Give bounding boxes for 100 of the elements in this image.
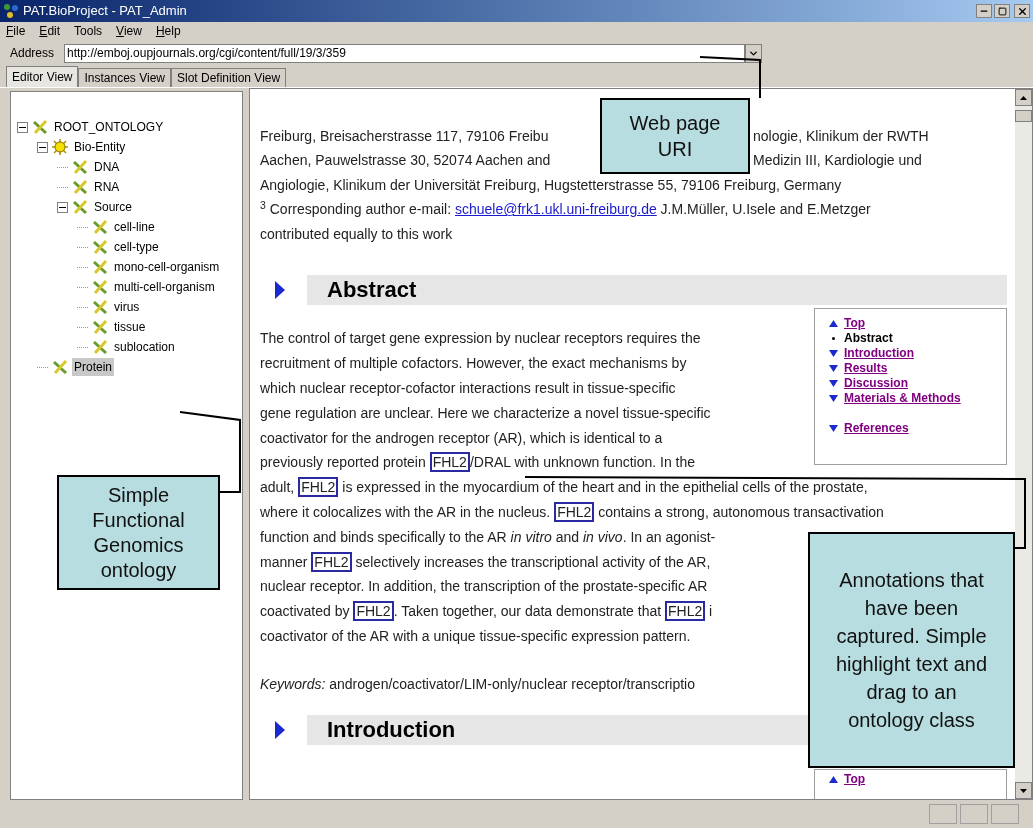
tab[interactable]: Editor View [6,66,79,87]
scroll-up-button[interactable] [1015,89,1032,106]
address-label: Address [9,45,56,62]
annotation-tag[interactable]: FHL2 [665,601,706,622]
toc-link[interactable]: Discussion [844,374,909,392]
close-icon [1016,5,1028,17]
abstract-line: function and binds specifically to the AR in vitro and in vivo. In an agonist- [260,527,716,547]
status-panel [991,804,1019,824]
annotation-tag[interactable]: FHL2 [353,601,394,622]
scrollbar[interactable] [1015,89,1032,799]
cross-icon [92,239,108,255]
abstract-line: which nuclear receptor-cofactor interactions result in tissue-specific [260,379,676,398]
abstract-line: coactivator for the androgen receptor (AR), which is identical to a [260,428,663,448]
keywords-line: Keywords: androgen/coactivator/LIM-only/nuclear receptor/transcriptio [260,675,695,695]
toc-link[interactable]: Introduction [844,344,914,362]
status-panel [929,804,957,824]
tree-item[interactable]: cell-line [112,218,157,236]
abstract-line: coactivator of the AR with a unique tissue-specific expression pattern. [260,626,691,646]
cross-icon [92,319,108,335]
tab[interactable]: Slot Definition View [171,68,287,87]
tree-item[interactable]: multi-cell-organism [112,278,217,296]
cross-icon [92,339,108,355]
abstract-line: The control of target gene expression by nuclear receptors requires the [260,329,701,349]
cross-icon [92,259,108,275]
cross-icon [72,199,88,215]
text-line: Freiburg, Breisacherstrasse 117, 79106 Freibu [260,126,550,146]
sun-icon [52,139,68,155]
text-line: Aachen, Pauwelstrasse 30, 52074 Aachen and [260,151,552,171]
tab[interactable]: Instances View [78,68,171,87]
toc-link[interactable]: References [844,419,909,437]
tree-item[interactable]: tissue [112,318,148,336]
leader-line [699,56,761,99]
maximize-icon [997,6,1007,16]
text-line: Medizin III, Kardiologie und [753,151,922,171]
callout: Web page URI [600,98,750,174]
close-button[interactable] [1014,4,1030,18]
scroll-down-button[interactable] [1015,782,1032,799]
abstract-line: where it colocalizes with the AR in the nucleus. FHL2 contains a strong, autonomous transactivation [260,501,884,523]
abstract-line: gene regulation are unclear. Here we characterize a novel tissue-specific [260,403,711,423]
window-title: PAT.BioProject - PAT_Admin [23,2,187,21]
down-arrow-icon [1020,788,1027,793]
tree-item[interactable]: RNA [92,178,122,196]
expander-icon[interactable] [57,201,68,213]
tree-item[interactable]: ROOT_ONTOLOGY [52,118,166,136]
cross-icon [72,179,88,195]
annotation-tag[interactable]: FHL2 [429,452,470,473]
toc-current: Abstract [844,330,893,347]
abstract-line: previously reported protein FHL2 /DRAL with unknown function. In the [260,452,696,474]
minimize-button[interactable] [976,4,992,18]
toc-link[interactable]: Top [844,314,866,332]
menu-item[interactable]: Tools [74,25,103,37]
callout: Simple Functional Genomics ontology [57,475,220,590]
menu-item[interactable]: File [6,25,26,37]
toc-link[interactable]: Results [844,359,888,377]
address-field[interactable]: http://emboj.oupjournals.org/cgi/content/full/19/3/359 [64,43,746,63]
tree-item[interactable]: Source [92,198,135,216]
cross-icon [92,279,108,295]
abstract-line: manner FHL2 selectively increases the transcriptional activity of the AR, [260,551,711,573]
up-triangle-icon [829,319,838,327]
tree-item[interactable]: Protein [72,358,115,376]
email-link[interactable]: schuele@frk1.ukl.uni-freiburg.de [454,201,657,218]
app-icon [3,3,19,19]
annotation-tag[interactable]: FHL2 [554,501,595,522]
toc-link[interactable]: Top [844,770,866,789]
menu-item[interactable]: Edit [39,25,61,37]
author-note: $^{3}$ Corresponding author e-mail: schuele@frk1.ukl.uni-freiburg.de J.M.Müller, U.Isele and E.Metzger [260,199,871,220]
cross-icon [92,299,108,315]
section-heading: Abstract [307,274,1007,305]
callout: Annotations that have been captured. Simple highlight text and drag to an ontology class [808,532,1015,768]
annotation-tag[interactable]: FHL2 [298,477,339,498]
menu-item[interactable]: View [116,25,142,37]
tree-item[interactable]: DNA [92,158,122,176]
menu-item[interactable]: Help [155,25,181,37]
cross-icon [72,159,88,175]
section-triangle-icon [275,280,285,299]
tree-item[interactable]: cell-type [112,238,161,256]
status-panel [960,804,988,824]
maximize-button[interactable] [994,4,1010,18]
abstract-line: nuclear receptor. In addition, the transcription of the prostate-specific AR [260,577,708,597]
scroll-thumb[interactable] [1015,110,1032,122]
text-line: nologie, Klinikum der RWTH [753,126,929,146]
tree-item[interactable]: sublocation [112,338,177,356]
text-line: Angiologie, Klinikum der Universität Freiburg, Hugstetterstrasse 55, 79106 Freiburg, Germany [260,175,842,195]
annotation-tag[interactable]: FHL2 [311,551,352,572]
section-triangle-icon [275,720,285,739]
tree-item[interactable]: virus [112,298,142,316]
up-arrow-icon [1020,95,1027,100]
cross-icon [52,359,68,375]
toc-link[interactable]: Materials & Methods [844,389,961,407]
tree-item[interactable]: Bio-Entity [72,138,128,156]
up-triangle-icon [829,775,838,783]
tree-item[interactable]: mono-cell-organism [112,258,222,276]
cross-icon [32,119,48,135]
bullet-icon [829,334,838,342]
down-triangle-icon [829,424,838,432]
cross-icon [92,219,108,235]
abstract-line: coactivated by FHL2 . Taken together, our data demonstrate that FHL2 i [260,601,713,623]
expander-icon[interactable] [37,141,48,153]
text-line: contributed equally to this work [260,224,453,244]
expander-icon[interactable] [17,121,28,133]
